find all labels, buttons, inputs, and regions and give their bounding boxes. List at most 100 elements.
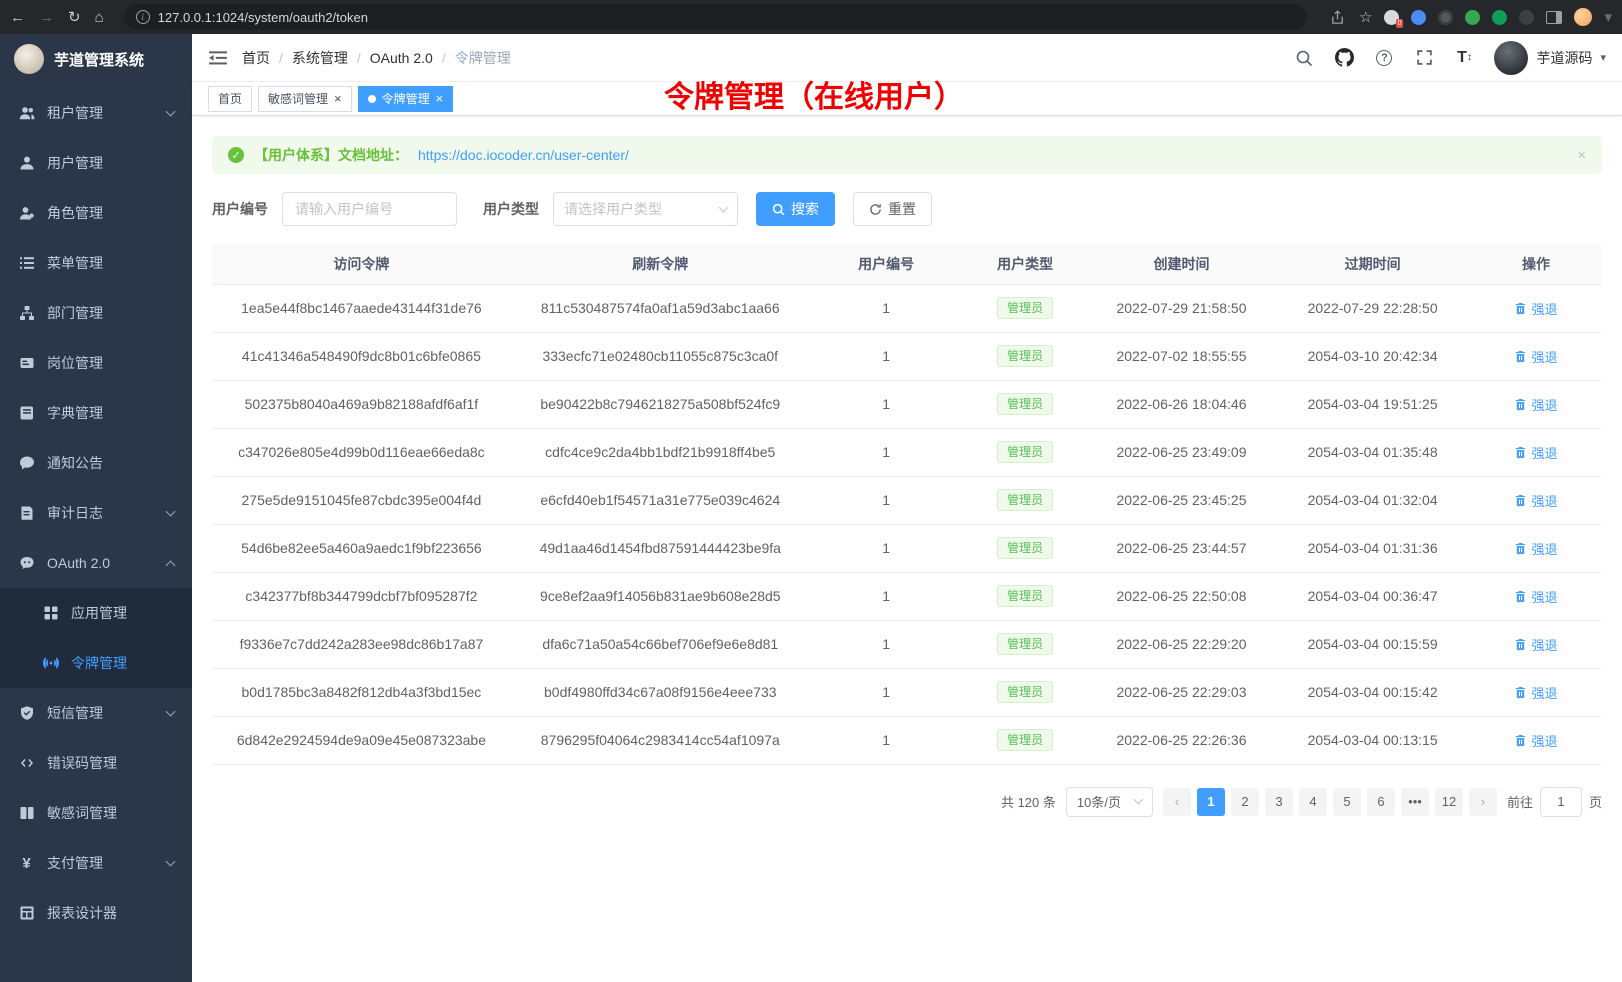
extension-icon[interactable] bbox=[1492, 10, 1507, 25]
home-icon[interactable]: ⌂ bbox=[95, 10, 104, 25]
extension-icon[interactable] bbox=[1465, 10, 1480, 25]
page-button-1[interactable]: 1 bbox=[1197, 788, 1225, 816]
more-pages-button[interactable]: ••• bbox=[1401, 788, 1429, 816]
force-logout-button[interactable]: 强退 bbox=[1514, 539, 1557, 558]
sidebar-item-menu[interactable]: 菜单管理 bbox=[0, 238, 192, 288]
access-token-cell: 1ea5e44f8bc1467aaede43144f31de76 bbox=[212, 284, 511, 332]
force-logout-button[interactable]: 强退 bbox=[1514, 635, 1557, 654]
close-icon[interactable]: × bbox=[436, 92, 444, 105]
page-button-3[interactable]: 3 bbox=[1265, 788, 1293, 816]
url-bar[interactable]: i 127.0.0.1:1024/system/oauth2/token bbox=[124, 4, 1307, 30]
help-icon[interactable]: ? bbox=[1374, 48, 1394, 68]
info-icon[interactable]: i bbox=[136, 10, 150, 24]
extension-icon[interactable]: 0 bbox=[1384, 10, 1399, 25]
sidebar-item-role[interactable]: 角色管理 bbox=[0, 188, 192, 238]
sidebar-item-dict[interactable]: 字典管理 bbox=[0, 388, 192, 438]
close-icon[interactable]: × bbox=[1577, 147, 1586, 164]
chevron-down-icon bbox=[166, 707, 176, 717]
tab-token[interactable]: 令牌管理 × bbox=[358, 86, 454, 112]
sidebar-item-oauth[interactable]: OAuth 2.0 bbox=[0, 538, 192, 588]
chevron-down-icon bbox=[166, 507, 176, 517]
sidebar-item-user[interactable]: 用户管理 bbox=[0, 138, 192, 188]
user-type-badge: 管理员 bbox=[997, 345, 1053, 367]
sidebar-item-label: 部门管理 bbox=[47, 303, 174, 323]
goto-page: 前往 页 bbox=[1507, 787, 1602, 817]
breadcrumb-home[interactable]: 首页 bbox=[242, 48, 270, 68]
sidebar-item-error-code[interactable]: 错误码管理 bbox=[0, 738, 192, 788]
force-logout-button[interactable]: 强退 bbox=[1514, 683, 1557, 702]
user-type-badge: 管理员 bbox=[997, 681, 1053, 703]
force-logout-button[interactable]: 强退 bbox=[1514, 299, 1557, 318]
github-icon[interactable] bbox=[1334, 48, 1354, 68]
sidebar-item-sms[interactable]: 短信管理 bbox=[0, 688, 192, 738]
page-button-12[interactable]: 12 bbox=[1435, 788, 1463, 816]
force-logout-button[interactable]: 强退 bbox=[1514, 491, 1557, 510]
alert-doc-link[interactable]: https://doc.iocoder.cn/user-center/ bbox=[418, 147, 629, 163]
forward-icon[interactable]: → bbox=[39, 10, 54, 25]
sidebar-item-oauth-app[interactable]: 应用管理 bbox=[0, 588, 192, 638]
sidebar-item-dept[interactable]: 部门管理 bbox=[0, 288, 192, 338]
trash-icon bbox=[1514, 494, 1527, 507]
user-id-cell: 1 bbox=[810, 428, 963, 476]
sidebar-item-label: 岗位管理 bbox=[47, 353, 174, 373]
breadcrumb-oauth[interactable]: OAuth 2.0 bbox=[370, 50, 433, 66]
breadcrumb-system[interactable]: 系统管理 bbox=[292, 48, 348, 68]
app-logo[interactable]: 芋道管理系统 bbox=[0, 34, 192, 84]
extension-icon[interactable] bbox=[1411, 10, 1426, 25]
fullscreen-icon[interactable] bbox=[1414, 48, 1434, 68]
extension-icon[interactable] bbox=[1438, 10, 1453, 25]
extension-icon[interactable] bbox=[1519, 10, 1534, 25]
browser-profile-avatar[interactable] bbox=[1574, 8, 1592, 26]
users-icon bbox=[18, 105, 35, 122]
page-button-5[interactable]: 5 bbox=[1333, 788, 1361, 816]
chevron-down-icon bbox=[166, 857, 176, 867]
search-button[interactable]: 搜索 bbox=[756, 192, 835, 226]
refresh-token-cell: b0df4980ffd34c67a08f9156e4eee733 bbox=[511, 668, 810, 716]
back-icon[interactable]: ← bbox=[10, 10, 25, 25]
user-menu[interactable]: 芋道源码 ▾ bbox=[1494, 41, 1606, 75]
hamburger-icon[interactable] bbox=[208, 48, 228, 68]
close-icon[interactable]: × bbox=[334, 92, 342, 105]
page-button-4[interactable]: 4 bbox=[1299, 788, 1327, 816]
tab-home[interactable]: 首页 bbox=[208, 86, 252, 112]
force-logout-button[interactable]: 强退 bbox=[1514, 443, 1557, 462]
sidebar-item-sensitive-word[interactable]: 敏感词管理 bbox=[0, 788, 192, 838]
sidebar-item-notice[interactable]: 通知公告 bbox=[0, 438, 192, 488]
sidebar-item-tenant[interactable]: 租户管理 bbox=[0, 88, 192, 138]
sidebar-item-pay[interactable]: ¥ 支付管理 bbox=[0, 838, 192, 888]
access-token-cell: f9336e7c7dd242a283ee98dc86b17a87 bbox=[212, 620, 511, 668]
next-page-button[interactable]: › bbox=[1469, 788, 1497, 816]
user-type-select[interactable]: 请选择用户类型 bbox=[553, 192, 738, 226]
share-icon[interactable] bbox=[1327, 7, 1347, 27]
force-logout-button[interactable]: 强退 bbox=[1514, 347, 1557, 366]
refresh-token-cell: 333ecfc71e02480cb11055c875c3ca0f bbox=[511, 332, 810, 380]
refresh-icon[interactable]: ↻ bbox=[68, 10, 81, 25]
side-panel-icon[interactable] bbox=[1546, 11, 1562, 24]
user-id-input[interactable] bbox=[282, 192, 457, 226]
expires-at-cell: 2054-03-04 00:15:42 bbox=[1275, 668, 1470, 716]
chevron-up-icon bbox=[166, 560, 176, 570]
sidebar-item-audit-log[interactable]: 审计日志 bbox=[0, 488, 192, 538]
search-icon[interactable] bbox=[1294, 48, 1314, 68]
page-button-6[interactable]: 6 bbox=[1367, 788, 1395, 816]
sidebar-item-post[interactable]: 岗位管理 bbox=[0, 338, 192, 388]
book-icon bbox=[18, 405, 35, 422]
force-logout-button[interactable]: 强退 bbox=[1514, 395, 1557, 414]
goto-page-input[interactable] bbox=[1540, 787, 1582, 817]
page-size-select[interactable]: 10条/页 bbox=[1066, 787, 1153, 817]
browser-menu-caret-icon[interactable]: ▾ bbox=[1604, 10, 1612, 25]
col-user-id: 用户编号 bbox=[810, 244, 963, 284]
font-size-icon[interactable]: T↕ bbox=[1454, 48, 1474, 68]
force-logout-button[interactable]: 强退 bbox=[1514, 731, 1557, 750]
page-button-2[interactable]: 2 bbox=[1231, 788, 1259, 816]
bookmark-star-icon[interactable]: ☆ bbox=[1359, 10, 1372, 25]
force-logout-button[interactable]: 强退 bbox=[1514, 587, 1557, 606]
total-count: 共 120 条 bbox=[1001, 792, 1056, 811]
reset-button[interactable]: 重置 bbox=[853, 192, 932, 226]
tab-sensitive-word[interactable]: 敏感词管理 × bbox=[258, 86, 352, 112]
expires-at-cell: 2054-03-04 19:51:25 bbox=[1275, 380, 1470, 428]
prev-page-button[interactable]: ‹ bbox=[1163, 788, 1191, 816]
sidebar-item-report-designer[interactable]: 报表设计器 bbox=[0, 888, 192, 938]
chevron-down-icon bbox=[1134, 795, 1144, 805]
sidebar-item-oauth-token[interactable]: 令牌管理 bbox=[0, 638, 192, 688]
